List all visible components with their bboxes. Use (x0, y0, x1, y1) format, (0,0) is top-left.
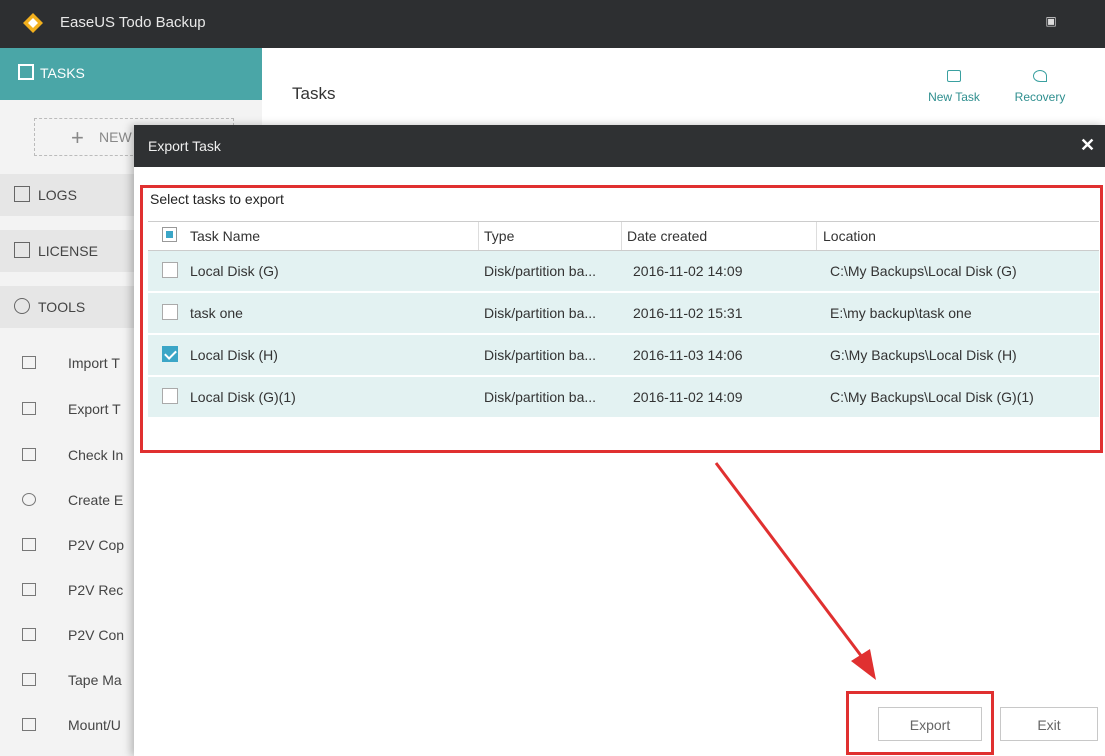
new-task-action-label: New Task (928, 90, 980, 104)
app-title: EaseUS Todo Backup (60, 14, 206, 31)
new-button-label: NEW (99, 129, 132, 145)
p2v-recovery-icon (22, 583, 36, 596)
tape-icon (22, 673, 36, 686)
checkbox-icon (18, 64, 34, 80)
new-task-action[interactable]: New Task (914, 70, 994, 104)
export-icon (22, 402, 36, 415)
mount-icon (22, 718, 36, 731)
sidebar-item-label: LOGS (38, 187, 77, 203)
recovery-action[interactable]: Recovery (1000, 70, 1080, 104)
sidebar-item-label: TASKS (40, 65, 85, 81)
new-task-icon (947, 70, 961, 82)
import-icon (22, 356, 36, 369)
wrench-icon (14, 298, 30, 314)
sidebar-item-label: TOOLS (38, 299, 86, 315)
tool-item-label: Tape Ma (68, 672, 122, 688)
tool-item-label: P2V Rec (68, 582, 124, 598)
create-icon (22, 493, 36, 506)
plus-icon: + (71, 125, 84, 150)
sidebar-item-label: LICENSE (38, 243, 98, 259)
exit-button[interactable]: Exit (1000, 707, 1098, 741)
tool-item-label: P2V Cop (68, 537, 125, 553)
tool-item-label: Create E (68, 492, 124, 508)
tool-item-label: Mount/U (68, 717, 121, 733)
annotation-arrow (714, 462, 876, 680)
license-icon (14, 242, 30, 258)
tool-item-label: Check In (68, 447, 124, 463)
app-logo-icon (23, 13, 43, 33)
window-menu-icon[interactable]: ▣ (1040, 14, 1062, 34)
tool-item-label: Import T (68, 355, 120, 371)
title-bar: EaseUS Todo Backup ▣ (0, 0, 1105, 48)
recovery-action-label: Recovery (1014, 90, 1066, 104)
export-button[interactable]: Export (878, 707, 982, 741)
page-title: Tasks (292, 84, 336, 103)
check-icon (22, 448, 36, 461)
tool-item-label: P2V Con (68, 627, 125, 643)
sidebar-item-tasks[interactable]: TASKS (0, 48, 262, 100)
export-task-dialog: Export Task ✕ Select tasks to export Tas… (134, 125, 1105, 756)
p2v-copy-icon (22, 538, 36, 551)
recovery-icon (1033, 70, 1047, 82)
logs-icon (14, 186, 30, 202)
tool-item-label: Export T (68, 401, 121, 417)
p2v-convert-icon (22, 628, 36, 641)
